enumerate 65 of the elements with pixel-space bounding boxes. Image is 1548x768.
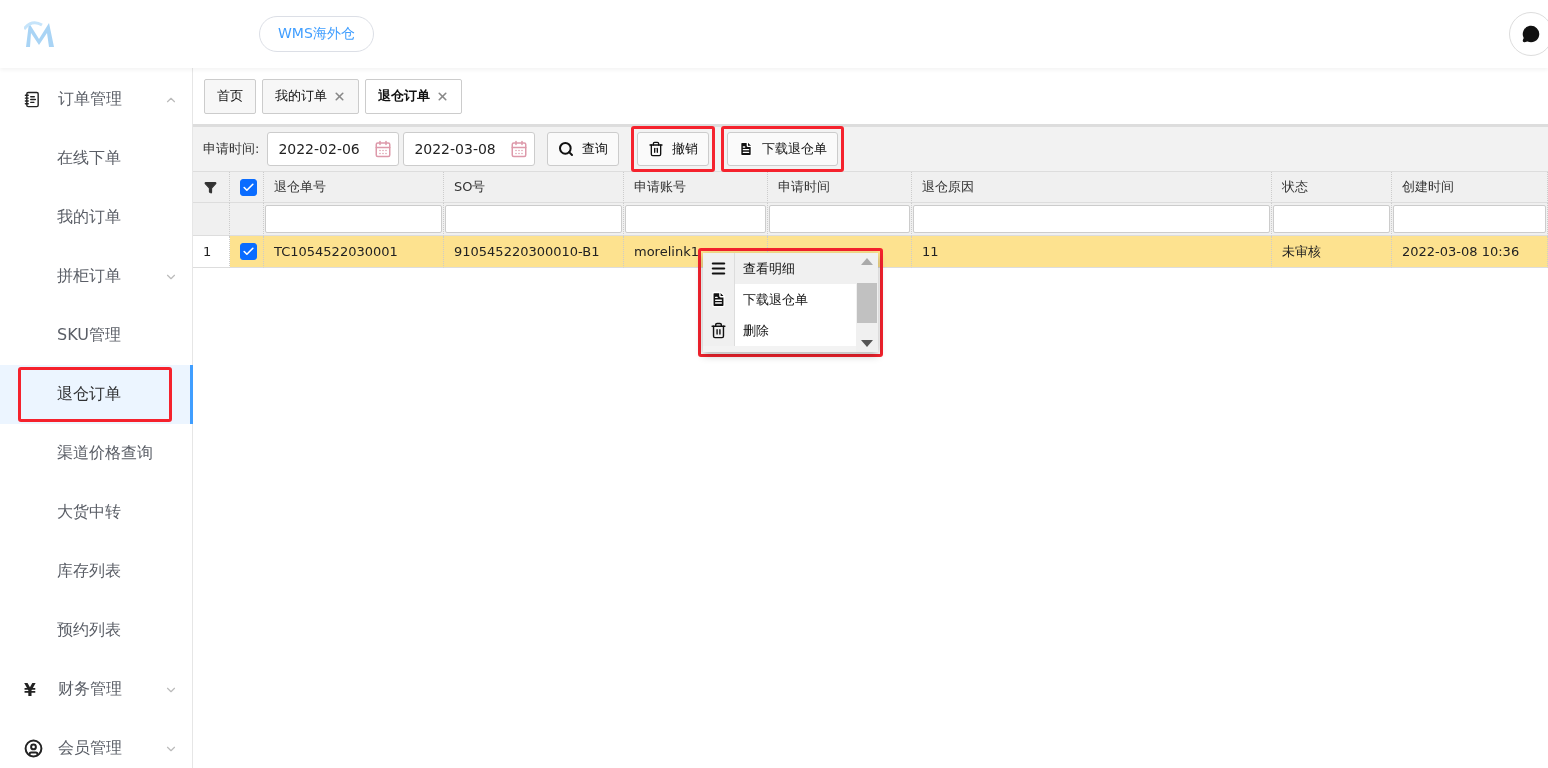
table-cell: 910545220300010-B1 xyxy=(444,236,624,268)
menu-item[interactable]: 删除 xyxy=(703,315,856,346)
row-number: 1 xyxy=(193,236,230,268)
filter-field[interactable] xyxy=(1273,205,1390,233)
chat-icon xyxy=(1522,25,1540,43)
column-header: 申请账号 xyxy=(624,172,768,203)
tab[interactable]: 退仓订单 xyxy=(365,78,462,114)
menu-item[interactable]: 下载退仓单 xyxy=(703,284,856,315)
toolbar-button[interactable]: 下载退仓单 xyxy=(727,132,839,166)
date-field[interactable]: 2022-03-08 xyxy=(403,132,536,166)
trash-icon xyxy=(710,322,727,339)
sidebar-item[interactable]: 拼柜订单 xyxy=(0,247,193,306)
toolbar-button[interactable]: 查询 xyxy=(547,132,620,166)
column-header: 创建时间 xyxy=(1392,172,1548,203)
date-label: 申请时间: xyxy=(203,140,260,158)
sidebar-item[interactable]: 渠道价格查询 xyxy=(0,424,193,483)
yen-icon: ¥ xyxy=(24,679,36,700)
table-cell: TC1054522030001 xyxy=(264,236,444,268)
checkbox[interactable] xyxy=(240,243,257,260)
search-icon xyxy=(558,141,575,157)
calendar-icon[interactable] xyxy=(510,140,529,158)
close-icon[interactable] xyxy=(333,89,346,103)
scroll-thumb[interactable] xyxy=(857,282,877,323)
tab[interactable]: 我的订单 xyxy=(262,78,359,114)
sidebar-item[interactable]: 库存列表 xyxy=(0,542,193,601)
sidebar-item[interactable]: ¥ 财务管理 xyxy=(0,660,193,719)
toolbar-button[interactable]: 撤销 xyxy=(637,132,710,166)
sidebar-item[interactable]: 会员管理 xyxy=(0,719,193,768)
notebook-icon xyxy=(24,91,41,108)
trash-icon xyxy=(648,141,665,157)
date-field[interactable]: 2022-02-06 xyxy=(267,132,400,166)
sidebar-item[interactable]: 在线下单 xyxy=(0,129,193,188)
sidebar-item[interactable]: 订单管理 xyxy=(0,70,193,129)
menu-icon xyxy=(710,260,727,277)
filter-field[interactable] xyxy=(913,205,1270,233)
check-icon xyxy=(242,180,255,194)
table-cell: 未审核 xyxy=(1272,236,1392,268)
filter-field[interactable] xyxy=(1393,205,1546,233)
tab[interactable]: 首页 xyxy=(204,78,256,114)
scroll-up-icon[interactable] xyxy=(861,257,873,265)
scroll-down-icon[interactable] xyxy=(861,340,873,348)
sidebar-item[interactable]: 我的订单 xyxy=(0,188,193,247)
checkbox[interactable] xyxy=(240,178,257,196)
table-cell: 11 xyxy=(912,236,1272,268)
document-icon xyxy=(710,291,727,308)
filter-field[interactable] xyxy=(265,205,442,233)
sidebar-item[interactable]: 预约列表 xyxy=(0,601,193,660)
close-icon[interactable] xyxy=(436,89,449,103)
calendar-icon[interactable] xyxy=(374,140,393,158)
filter-field[interactable] xyxy=(445,205,622,233)
sidebar-item[interactable]: 大货中转 xyxy=(0,483,193,542)
filter-icon[interactable] xyxy=(204,180,217,194)
sidebar-item[interactable]: 退仓订单 xyxy=(0,365,193,424)
column-header: 退仓原因 xyxy=(912,172,1272,203)
column-header: 退仓单号 xyxy=(264,172,444,203)
column-header: 申请时间 xyxy=(768,172,912,203)
filter-field[interactable] xyxy=(625,205,766,233)
table-cell: 2022-03-08 10:36 xyxy=(1392,236,1548,268)
filter-field[interactable] xyxy=(769,205,910,233)
sidebar-item[interactable]: SKU管理 xyxy=(0,306,193,365)
check-icon xyxy=(242,245,255,258)
chat-button[interactable] xyxy=(1509,12,1548,56)
column-header: 状态 xyxy=(1272,172,1392,203)
user-icon xyxy=(24,739,43,758)
column-header: SO号 xyxy=(444,172,624,203)
